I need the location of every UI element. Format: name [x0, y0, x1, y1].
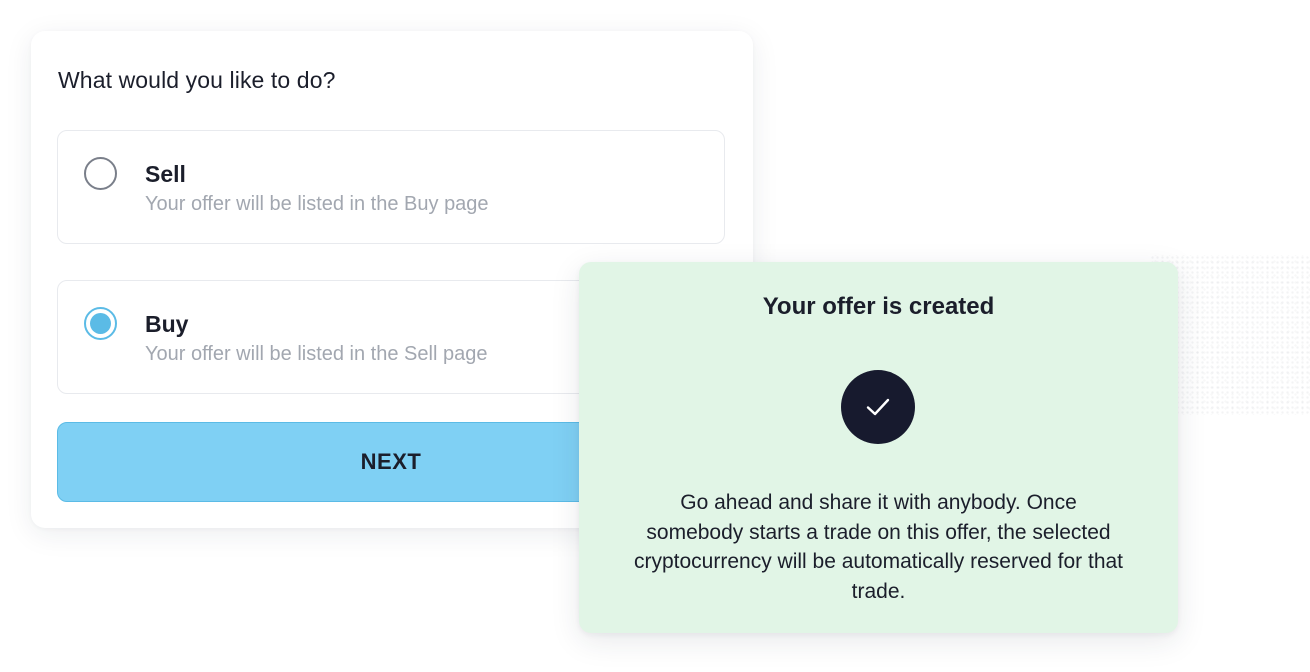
option-sell-title: Sell	[145, 161, 186, 187]
option-buy-description: Your offer will be listed in the Sell pa…	[145, 343, 488, 365]
success-title: Your offer is created	[762, 293, 995, 320]
buy-radio-button[interactable]	[84, 307, 117, 340]
success-message: Go ahead and share it with anybody. Once…	[633, 491, 1124, 603]
option-sell[interactable]: Sell Your offer will be listed in the Bu…	[57, 130, 725, 244]
option-sell-description: Your offer will be listed in the Buy pag…	[145, 193, 489, 215]
sell-radio-button[interactable]	[84, 157, 117, 190]
check-circle	[841, 370, 915, 444]
option-buy-title: Buy	[145, 311, 189, 337]
check-icon	[866, 398, 890, 416]
stage: What would you like to do? Sell Your off…	[0, 0, 1310, 672]
radio-selected-dot	[90, 313, 111, 334]
form-question: What would you like to do?	[58, 67, 336, 93]
offer-created-card: Your offer is created Go ahead and share…	[579, 262, 1178, 633]
